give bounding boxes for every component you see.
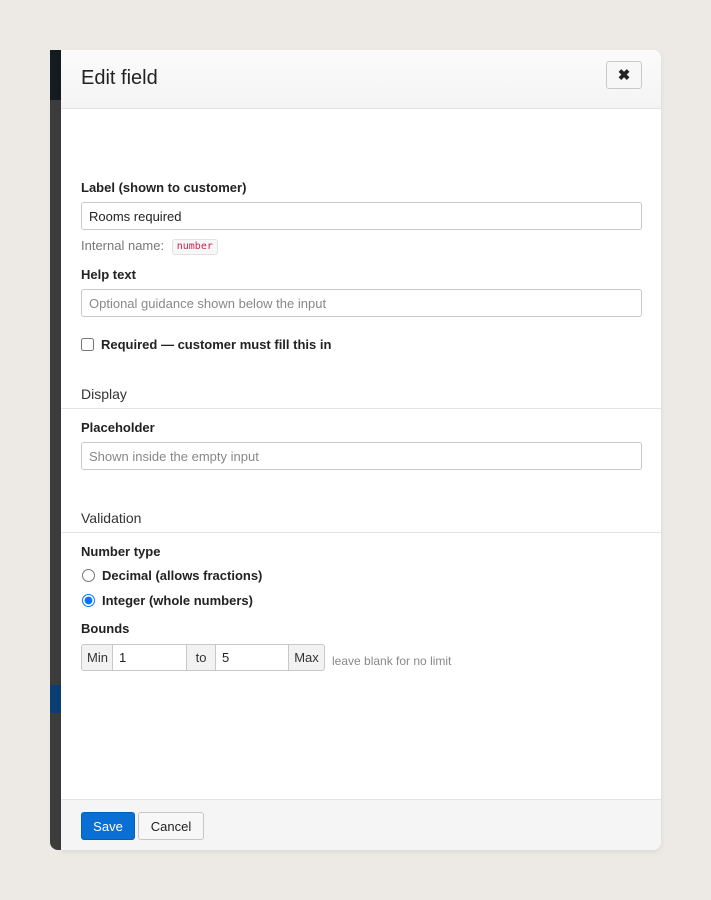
max-input[interactable]: [215, 644, 289, 671]
edit-field-modal: Edit field ✖ Label (shown to customer) I…: [61, 50, 661, 850]
required-checkbox-row[interactable]: Required — customer must fill this in: [81, 337, 331, 352]
modal-header: Edit field ✖: [61, 50, 661, 109]
modal-title: Edit field: [81, 67, 158, 89]
modal-footer: Save Cancel: [61, 799, 661, 850]
internal-name-code: number: [171, 239, 218, 255]
bounds-input-group: Min to Max: [81, 644, 325, 671]
validation-section-divider: [61, 532, 661, 533]
bounds-hint: leave blank for no limit: [332, 654, 452, 668]
help-text-input[interactable]: [81, 289, 642, 317]
close-button[interactable]: ✖: [606, 61, 642, 89]
cancel-button[interactable]: Cancel: [138, 812, 204, 840]
display-section-title: Display: [81, 386, 127, 402]
placeholder-label: Placeholder: [81, 420, 155, 435]
radio-integer-row[interactable]: Integer (whole numbers): [81, 593, 253, 608]
max-addon: Max: [289, 644, 325, 671]
display-section-divider: [61, 408, 661, 409]
label-field-label: Label (shown to customer): [81, 180, 247, 195]
to-addon: to: [187, 644, 215, 671]
bounds-label: Bounds: [81, 621, 130, 636]
help-text-label: Help text: [81, 267, 136, 282]
placeholder-input[interactable]: [81, 442, 642, 470]
min-input[interactable]: [113, 644, 187, 671]
radio-decimal-row[interactable]: Decimal (allows fractions): [81, 568, 262, 583]
validation-section-title: Validation: [81, 510, 142, 526]
required-checkbox-label: Required — customer must fill this in: [101, 337, 332, 352]
number-type-label: Number type: [81, 544, 161, 559]
close-icon: ✖: [617, 67, 631, 84]
required-checkbox[interactable]: [81, 338, 94, 351]
save-button[interactable]: Save: [81, 812, 135, 840]
min-addon: Min: [81, 644, 113, 671]
internal-name-prefix: Internal name:: [81, 238, 165, 253]
radio-integer-label: Integer (whole numbers): [102, 593, 253, 608]
radio-decimal[interactable]: [82, 569, 95, 582]
label-input[interactable]: [81, 202, 642, 230]
internal-name: Internal name: number: [81, 238, 218, 255]
radio-decimal-label: Decimal (allows fractions): [102, 568, 263, 583]
radio-integer[interactable]: [82, 594, 95, 607]
